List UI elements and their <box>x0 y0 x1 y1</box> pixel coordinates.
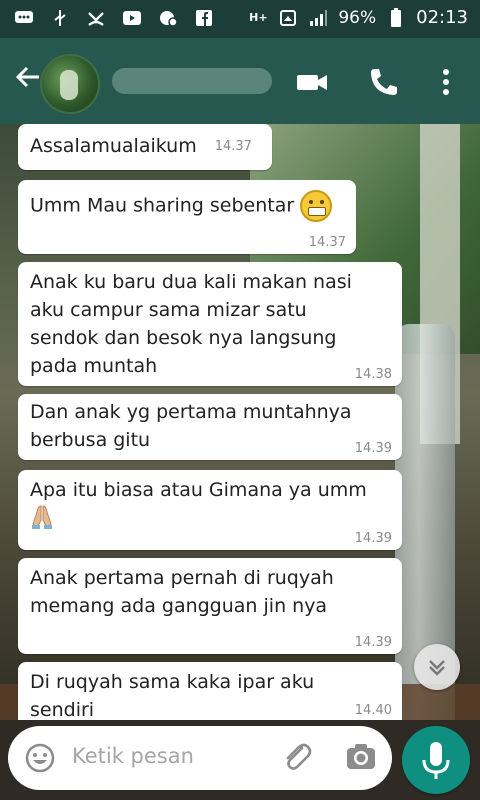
contact-name[interactable] <box>112 68 272 94</box>
youtube-icon <box>122 8 142 28</box>
message-bubble[interactable]: Anak ku baru dua kali makan nasi aku cam… <box>18 262 402 386</box>
message-time: 14.40 <box>354 703 392 718</box>
cloud-icon <box>158 8 178 28</box>
voice-call-icon[interactable] <box>366 64 402 100</box>
mic-icon <box>422 742 450 779</box>
message-text: Anak ku baru dua kali makan nasi aku cam… <box>30 271 352 377</box>
chevron-down-icon <box>429 660 445 676</box>
emoji-icon[interactable] <box>24 742 56 778</box>
message-bubble[interactable]: Dan anak yg pertama muntahnya berbusa gi… <box>18 394 402 460</box>
message-time: 14.37 <box>214 138 252 154</box>
message-bubble[interactable]: Assalamualaikum 14.37 <box>18 124 272 170</box>
attach-icon[interactable] <box>280 740 314 778</box>
message-bubble[interactable]: Anak pertama pernah di ruqyah memang ada… <box>18 558 402 654</box>
message-text: Anak pertama pernah di ruqyah memang ada… <box>30 567 334 617</box>
clock: 02:13 <box>416 7 468 28</box>
message-text: Umm Mau sharing sebentar <box>30 194 295 217</box>
message-input[interactable]: Ketik pesan <box>8 726 392 790</box>
network-indicator: H+ <box>249 11 268 24</box>
mic-button[interactable] <box>402 726 470 794</box>
signal-icon <box>308 8 328 28</box>
chat-icon <box>14 8 34 28</box>
notification-icon <box>278 8 298 28</box>
folded-hands-emoji <box>30 504 54 538</box>
message-bubble[interactable]: Apa itu biasa atau Gimana ya umm 14.39 <box>18 470 402 550</box>
facebook-icon <box>194 8 214 28</box>
message-time: 14.39 <box>354 441 392 456</box>
usb-icon <box>50 8 70 28</box>
message-text: Dan anak yg pertama muntahnya berbusa gi… <box>30 401 352 451</box>
message-time: 14.37 <box>308 235 346 250</box>
message-time: 14.39 <box>354 531 392 546</box>
message-bubble[interactable]: Di ruqyah sama kaka ipar aku sendiri 14.… <box>18 662 402 720</box>
chat-area[interactable]: Assalamualaikum 14.37 Umm Mau sharing seb… <box>0 124 480 720</box>
video-call-icon[interactable] <box>294 64 330 100</box>
avatar[interactable] <box>40 54 100 114</box>
message-time: 14.38 <box>354 367 392 382</box>
message-text: Apa itu biasa atau Gimana ya umm <box>30 479 367 501</box>
battery-icon <box>386 7 406 28</box>
message-text: Di ruqyah sama kaka ipar aku sendiri <box>30 671 315 720</box>
status-bar: H+ 96% 02:13 <box>0 0 480 38</box>
camera-icon[interactable] <box>344 740 378 778</box>
message-placeholder: Ketik pesan <box>72 744 194 768</box>
grimacing-face-emoji <box>300 190 333 222</box>
battery-percent: 96% <box>338 7 377 28</box>
chat-header <box>0 38 480 124</box>
more-options-icon[interactable] <box>428 64 464 100</box>
composer-bar: Ketik pesan <box>0 720 480 800</box>
message-time: 14.39 <box>354 635 392 650</box>
message-bubble[interactable]: Umm Mau sharing sebentar 14.37 <box>18 180 356 254</box>
missed-call-icon <box>86 8 106 28</box>
scroll-to-bottom-button[interactable] <box>414 644 460 690</box>
message-text: Assalamualaikum <box>30 135 197 157</box>
